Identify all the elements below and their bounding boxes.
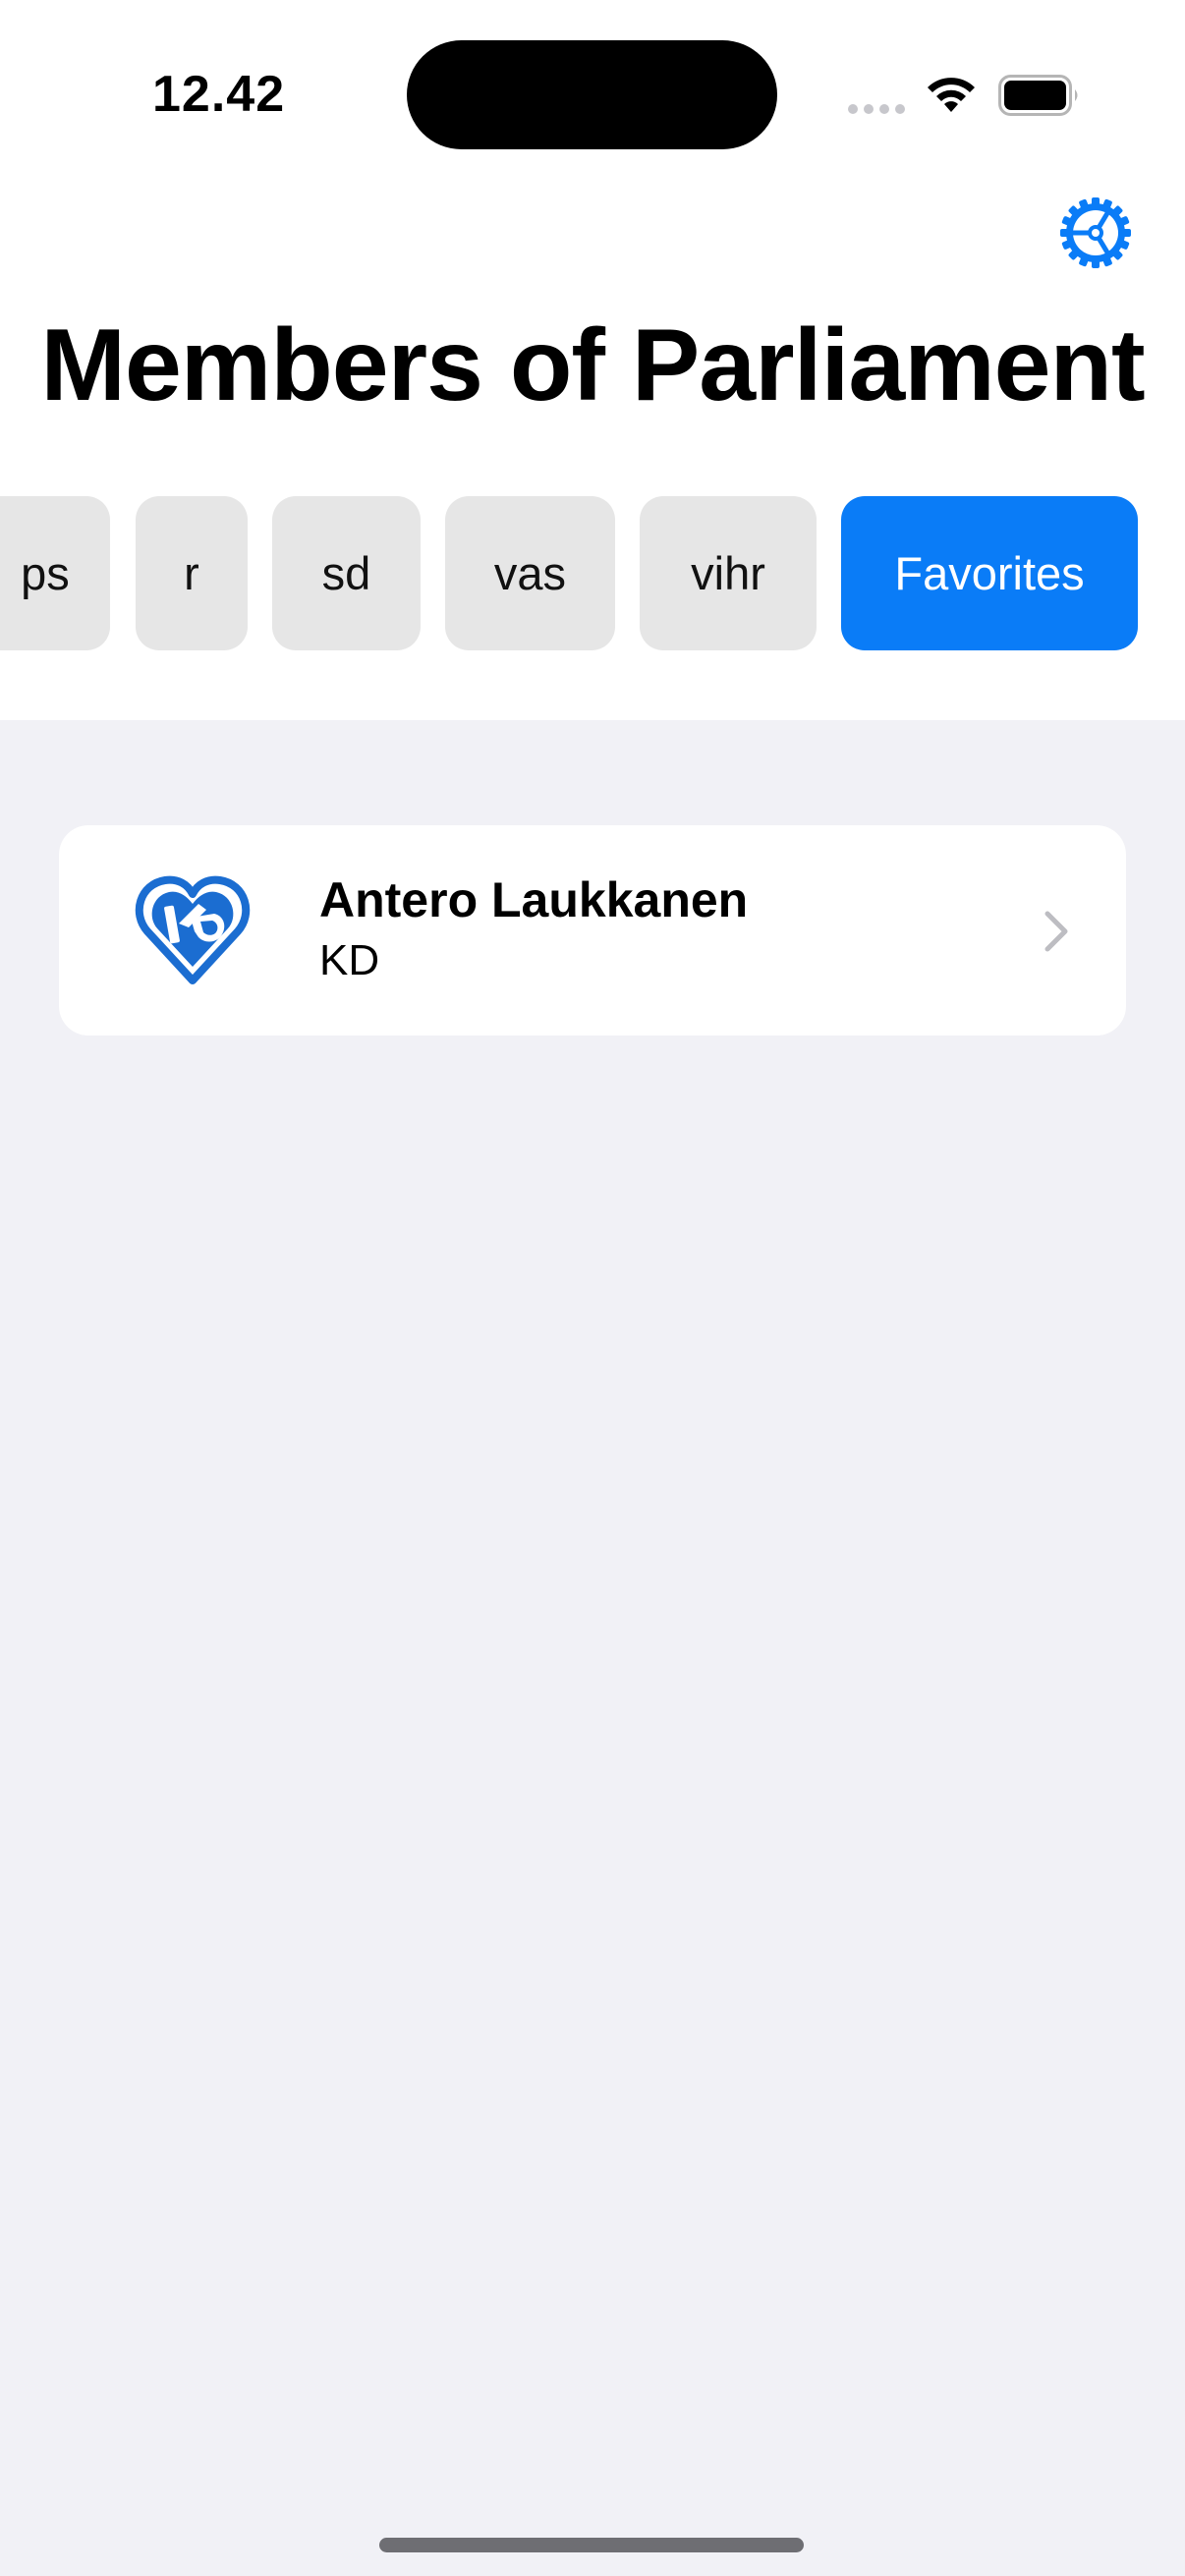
filter-chip-ps[interactable]: ps xyxy=(0,496,110,650)
party-logo xyxy=(134,874,252,986)
filter-chip-label: vas xyxy=(493,547,567,599)
status-time: 12.42 xyxy=(152,66,286,123)
filter-chip-label: ps xyxy=(21,547,70,599)
member-name: Antero Laukkanen xyxy=(319,872,749,927)
filter-chip-vas[interactable]: vas xyxy=(445,496,615,650)
member-list-item[interactable]: Antero Laukkanen KD xyxy=(59,825,1126,1036)
filter-chip-label: Favorites xyxy=(894,547,1085,599)
filter-chip-label: vihr xyxy=(691,547,765,599)
gear-icon xyxy=(1060,197,1131,268)
settings-button[interactable] xyxy=(1059,196,1132,269)
filter-chip-label: sd xyxy=(321,547,371,599)
filter-chip-vihr[interactable]: vihr xyxy=(640,496,817,650)
page-title: Members of Parliament xyxy=(40,308,1145,422)
chevron-right-icon xyxy=(1044,911,1068,952)
party-filter-bar: ps r sd vas vihr Favorites xyxy=(0,496,1185,650)
dynamic-island xyxy=(407,40,777,149)
filter-chip-r[interactable]: r xyxy=(136,496,248,650)
battery-icon xyxy=(998,75,1078,116)
wifi-icon xyxy=(928,78,975,112)
filter-chip-sd[interactable]: sd xyxy=(272,496,421,650)
signal-dots-icon xyxy=(848,104,905,114)
filter-chip-label: r xyxy=(184,547,199,599)
filter-chip-favorites[interactable]: Favorites xyxy=(841,496,1138,650)
kd-heart-logo-icon xyxy=(135,875,251,984)
member-party: KD xyxy=(319,936,380,984)
home-indicator[interactable] xyxy=(379,2538,804,2552)
